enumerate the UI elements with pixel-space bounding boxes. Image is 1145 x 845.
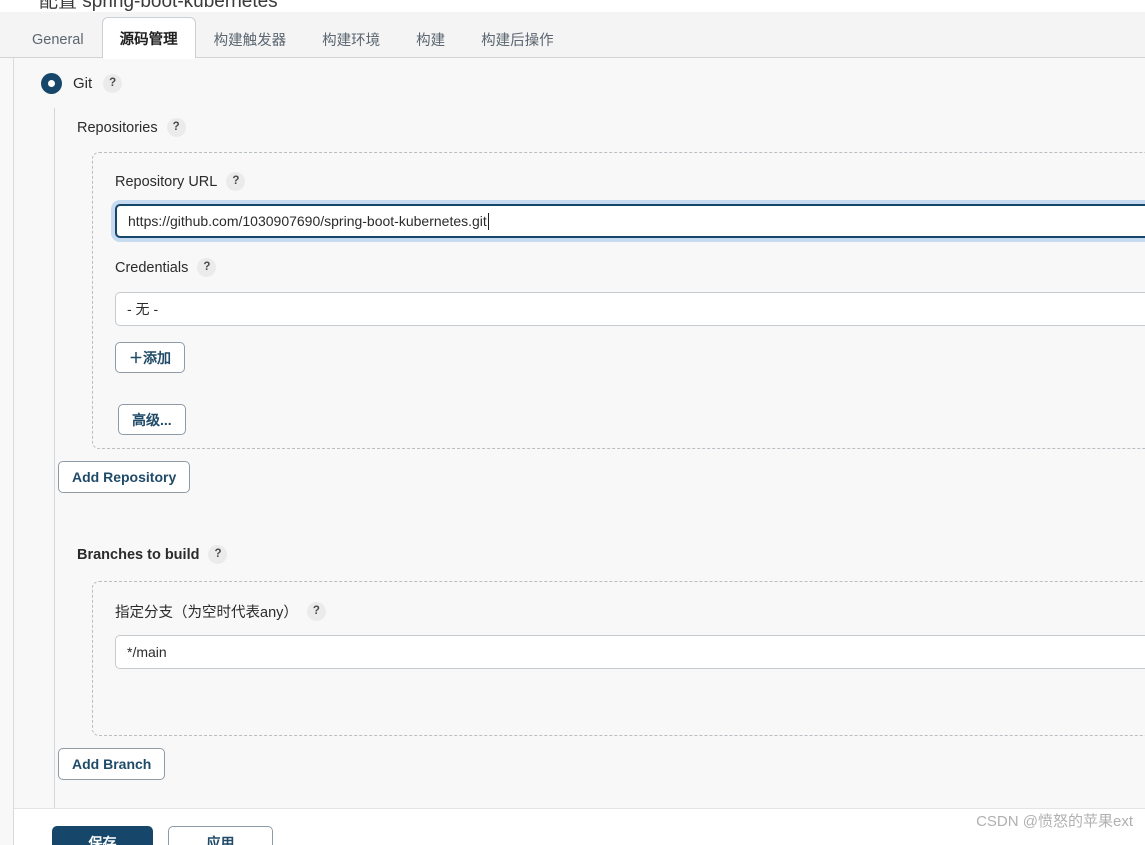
add-credentials-button[interactable]: ＋添加 — [115, 342, 185, 373]
git-help-icon[interactable]: ? — [103, 74, 123, 93]
tab-build-label: 构建 — [416, 33, 446, 49]
tab-general-label: General — [32, 31, 84, 48]
repository-url-input[interactable] — [115, 204, 1145, 238]
tab-source-management[interactable]: 源码管理 — [101, 17, 196, 59]
tab-build-triggers-label: 构建触发器 — [213, 33, 287, 49]
scm-git-option-row[interactable]: Git ? — [41, 73, 123, 94]
repository-url-help-icon[interactable]: ? — [226, 172, 246, 191]
tab-source-management-label: 源码管理 — [119, 31, 178, 48]
branch-entry-box: 指定分支（为空时代表any） ? — [92, 581, 1145, 736]
tab-general[interactable]: General — [14, 20, 102, 58]
repositories-section-label: Repositories — [77, 119, 158, 136]
credentials-label: Credentials — [115, 259, 189, 276]
branches-section-label: Branches to build — [77, 546, 200, 563]
page-title-strip: 配置 spring-boot-kubernetes — [0, 0, 1145, 12]
tab-build[interactable]: 构建 — [398, 20, 463, 58]
git-settings-block: Repositories ? Repository URL ? Credenti… — [54, 108, 1145, 808]
repository-url-label: Repository URL — [115, 173, 218, 190]
add-branch-button[interactable]: Add Branch — [58, 748, 166, 780]
scm-form-body: Git ? Repositories ? Repository URL ? Cr… — [14, 58, 1145, 808]
csdn-watermark: CSDN @愤怒的苹果ext — [976, 813, 1133, 830]
repository-url-label-row: Repository URL ? — [115, 172, 246, 191]
config-tab-list: General 源码管理 构建触发器 构建环境 构建 构建后操作 — [14, 12, 572, 59]
tab-build-triggers[interactable]: 构建触发器 — [196, 20, 305, 58]
branch-specifier-input[interactable] — [115, 635, 1145, 669]
credentials-selected-value: - 无 - — [127, 301, 159, 317]
credentials-label-row: Credentials ? — [115, 258, 217, 277]
save-button[interactable]: 保存 — [52, 826, 153, 845]
git-radio-button[interactable] — [41, 73, 62, 94]
tab-post-build[interactable]: 构建后操作 — [463, 20, 572, 58]
tab-build-environment-label: 构建环境 — [322, 33, 381, 49]
branches-section-header: Branches to build ? — [77, 545, 228, 564]
branch-specifier-help-icon[interactable]: ? — [306, 602, 326, 621]
config-tab-bar: General 源码管理 构建触发器 构建环境 构建 构建后操作 — [0, 12, 1145, 59]
branches-help-icon[interactable]: ? — [208, 545, 228, 564]
apply-button-label: 应用 — [206, 835, 235, 845]
text-caret — [487, 213, 489, 230]
tab-post-build-label: 构建后操作 — [481, 33, 554, 49]
add-credentials-label: ＋添加 — [129, 349, 171, 366]
add-branch-label: Add Branch — [72, 756, 152, 772]
credentials-help-icon[interactable]: ? — [197, 258, 217, 277]
git-radio-label: Git — [73, 75, 93, 92]
advanced-label: 高级... — [132, 411, 172, 428]
advanced-button[interactable]: 高级... — [118, 404, 186, 435]
credentials-select[interactable]: - 无 - — [115, 292, 1145, 326]
page-title: 配置 spring-boot-kubernetes — [39, 0, 278, 12]
add-repository-button[interactable]: Add Repository — [58, 461, 191, 493]
branch-specifier-label: 指定分支（为空时代表any） — [115, 605, 298, 621]
apply-button[interactable]: 应用 — [168, 826, 273, 845]
save-button-label: 保存 — [88, 835, 117, 845]
repositories-section-header: Repositories ? — [77, 118, 186, 137]
branch-specifier-label-row: 指定分支（为空时代表any） ? — [115, 601, 326, 622]
jenkins-config-screen: 配置 spring-boot-kubernetes General 源码管理 构… — [0, 0, 1145, 845]
add-repository-label: Add Repository — [72, 469, 177, 485]
repositories-help-icon[interactable]: ? — [166, 118, 186, 137]
tab-build-environment[interactable]: 构建环境 — [304, 20, 398, 58]
repository-entry-box: Repository URL ? Credentials ? - 无 - ＋添加… — [92, 152, 1145, 449]
